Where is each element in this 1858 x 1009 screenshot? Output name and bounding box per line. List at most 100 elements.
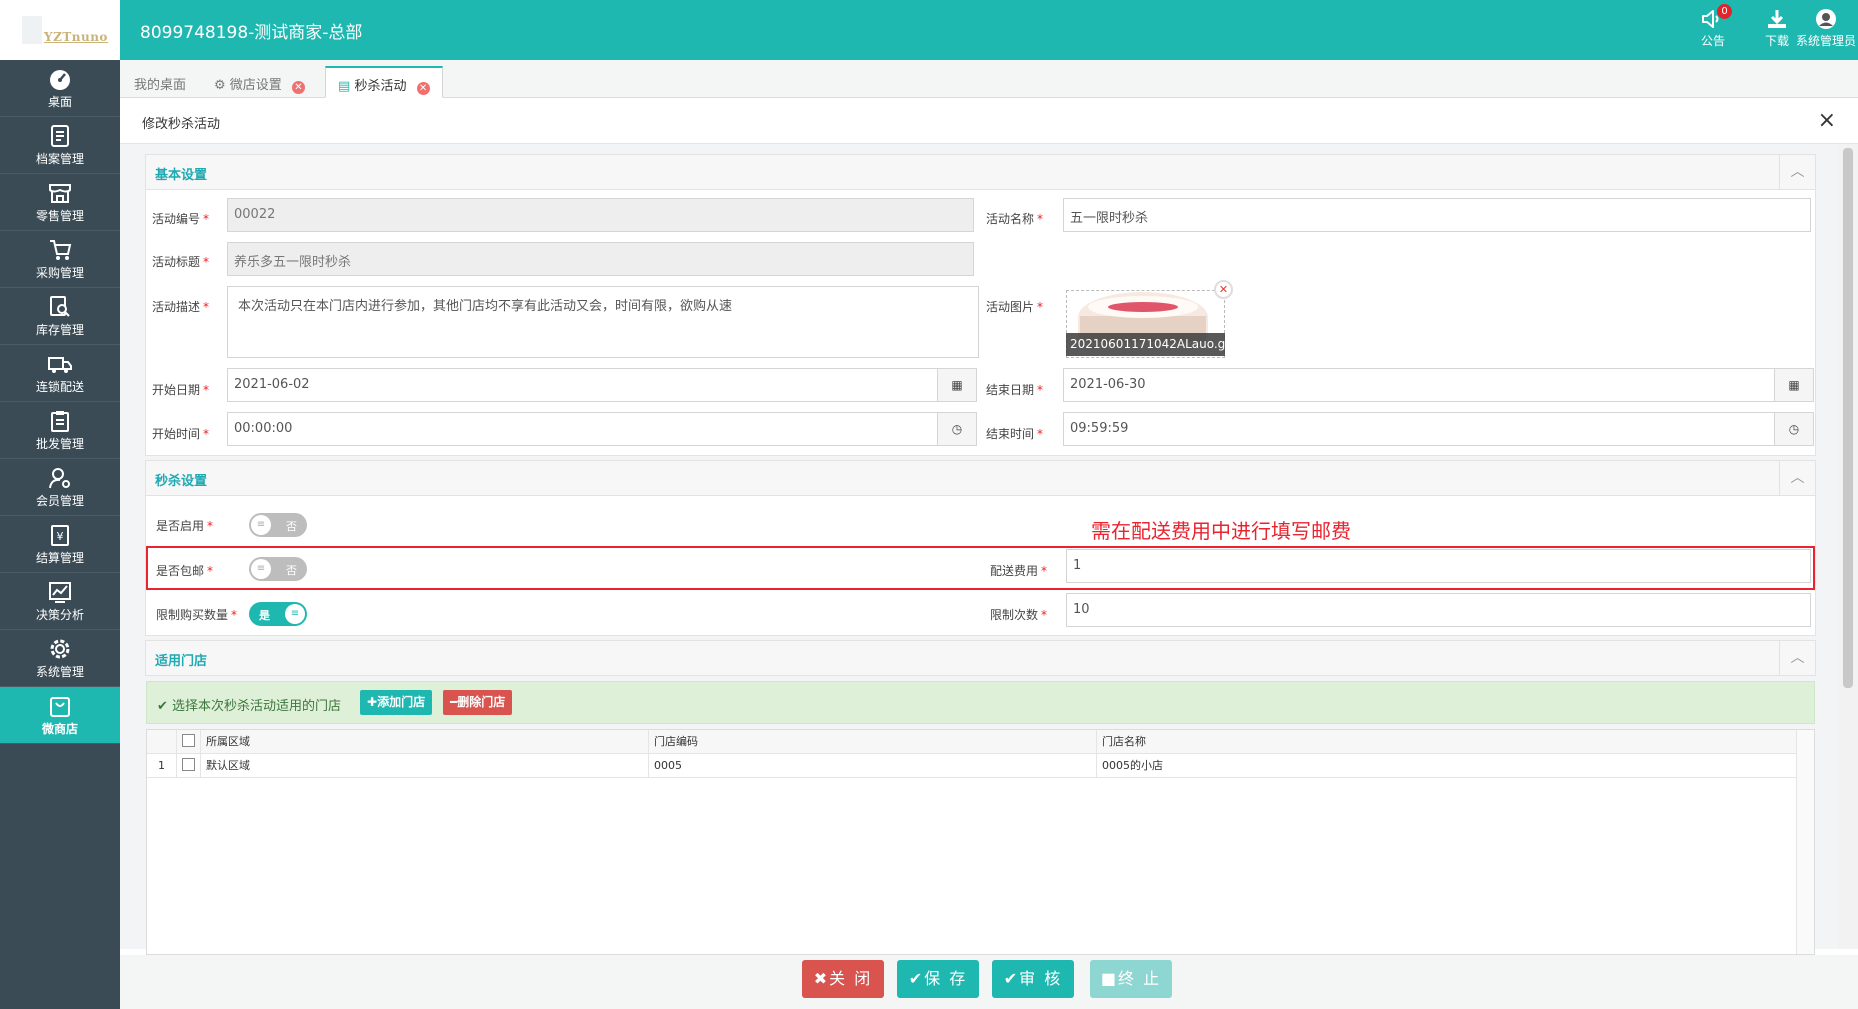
save-button[interactable]: ✔保 存 bbox=[897, 960, 979, 998]
footer-bar bbox=[120, 955, 1858, 1009]
sidebar-item-label: 结算管理 bbox=[35, 551, 84, 565]
tab-desktop[interactable]: 我的桌面 bbox=[122, 66, 198, 98]
tab-close-icon[interactable]: ✕ bbox=[291, 81, 305, 94]
panel-seckill-title: 秒杀设置 bbox=[155, 474, 208, 489]
tab-seckill[interactable]: ▤ 秒杀活动 ✕ bbox=[325, 66, 443, 98]
panel-stores-header[interactable]: 适用门店 ︿ bbox=[145, 640, 1816, 676]
clock-icon[interactable]: ◷ bbox=[937, 412, 977, 446]
panel-basic-header[interactable]: 基本设置 ︿ bbox=[145, 154, 1816, 190]
column-header-name[interactable]: 门店名称 bbox=[1097, 730, 1797, 754]
remove-image-icon[interactable]: ✕ bbox=[1214, 280, 1233, 299]
free-shipping-label: 是否包邮 * bbox=[156, 564, 214, 578]
user-menu[interactable]: 系统管理员 bbox=[1794, 8, 1858, 49]
sidebar-item-purchase[interactable]: 采购管理 bbox=[0, 231, 120, 288]
activity-code-field[interactable]: 00022 bbox=[227, 198, 974, 232]
sidebar-item-label: 零售管理 bbox=[35, 209, 84, 223]
sidebar-item-desktop[interactable]: 桌面 bbox=[0, 60, 120, 117]
end-time-field[interactable]: 09:59:59 bbox=[1063, 412, 1775, 446]
calendar-icon[interactable]: ▦ bbox=[937, 368, 977, 402]
row-number: 1 bbox=[147, 754, 177, 778]
sidebar-item-label: 决策分析 bbox=[35, 608, 84, 622]
add-store-button[interactable]: ✚添加门店 bbox=[360, 690, 433, 715]
clock-icon[interactable]: ◷ bbox=[1774, 412, 1814, 446]
sidebar-item-label: 库存管理 bbox=[35, 323, 84, 337]
logo-text: YZTnuno bbox=[44, 30, 108, 44]
sidebar-item-settlement[interactable]: ¥ 结算管理 bbox=[0, 516, 120, 573]
activity-subject-field[interactable]: 养乐多五一限时秒杀 bbox=[227, 242, 974, 276]
inventory-search-icon bbox=[50, 296, 70, 317]
chevron-up-icon[interactable]: ︿ bbox=[1779, 461, 1815, 495]
table-row[interactable]: 1 默认区域 0005 0005的小店 bbox=[147, 754, 1797, 778]
enabled-toggle[interactable]: ≡ 否 bbox=[249, 513, 307, 537]
annotation-text: 需在配送费用中进行填写邮费 bbox=[1091, 519, 1351, 543]
clipboard-icon bbox=[51, 411, 69, 432]
column-header-region[interactable]: 所属区域 bbox=[201, 730, 649, 754]
sidebar-item-microshop[interactable]: 微商店 bbox=[0, 687, 120, 744]
panel-seckill-header[interactable]: 秒杀设置 ︿ bbox=[145, 460, 1816, 496]
end-date-field[interactable]: 2021-06-30 bbox=[1063, 368, 1775, 402]
limit-qty-label: 限制购买数量 * bbox=[156, 608, 238, 622]
limit-times-field[interactable]: 10 bbox=[1066, 593, 1811, 627]
store-info: ✔ 选择本次秒杀活动适用的门店 bbox=[157, 699, 342, 714]
select-all-checkbox[interactable] bbox=[182, 734, 195, 747]
store-icon bbox=[49, 184, 71, 203]
toggle-state: 是 bbox=[259, 609, 270, 622]
chevron-up-icon[interactable]: ︿ bbox=[1779, 641, 1815, 675]
toggle-state: 否 bbox=[286, 564, 297, 577]
sidebar: 桌面 档案管理 零售管理 采购管理 库存管理 连锁配送 批发管理 会员管理 ¥ … bbox=[0, 60, 120, 1009]
panel-stores-title: 适用门店 bbox=[155, 654, 208, 669]
activity-name-field[interactable]: 五一限时秒杀 bbox=[1063, 198, 1811, 232]
tab-microshop-settings[interactable]: ⚙ 微店设置 ✕ bbox=[202, 66, 317, 98]
row-number-header bbox=[147, 730, 177, 754]
user-label: 系统管理员 bbox=[1795, 34, 1856, 48]
tab-bar: 我的桌面 ⚙ 微店设置 ✕ ▤ 秒杀活动 ✕ bbox=[120, 60, 1858, 98]
scrollbar-thumb[interactable] bbox=[1843, 148, 1853, 688]
stop-button[interactable]: ■终 止 bbox=[1090, 960, 1172, 998]
sidebar-item-retail[interactable]: 零售管理 bbox=[0, 174, 120, 231]
limit-times-label: 限制次数 * bbox=[990, 608, 1048, 622]
row-checkbox[interactable] bbox=[182, 758, 195, 771]
vertical-scrollbar[interactable] bbox=[1838, 144, 1858, 949]
toggle-knob: ≡ bbox=[251, 559, 271, 579]
audit-button[interactable]: ✔审 核 bbox=[992, 960, 1074, 998]
close-icon[interactable]: × bbox=[1818, 108, 1836, 133]
download-button[interactable]: 下载 bbox=[1765, 8, 1789, 49]
sidebar-item-wholesale[interactable]: 批发管理 bbox=[0, 402, 120, 459]
sidebar-item-label: 桌面 bbox=[47, 95, 72, 109]
logo[interactable]: YZTnuno bbox=[0, 0, 120, 60]
download-icon bbox=[1768, 10, 1786, 28]
end-date-label: 结束日期 * bbox=[986, 383, 1044, 397]
activity-desc-textarea[interactable]: 本次活动只在本门店内进行参加，其他门店均不享有此活动又会，时间有限，欲购从速 bbox=[227, 286, 979, 358]
sidebar-item-distribution[interactable]: 连锁配送 bbox=[0, 345, 120, 402]
delete-store-button[interactable]: ━删除门店 bbox=[443, 690, 513, 715]
shipping-fee-field[interactable]: 1 bbox=[1066, 549, 1811, 583]
sidebar-item-label: 会员管理 bbox=[35, 494, 84, 508]
logo-mark bbox=[22, 16, 42, 44]
calendar-icon[interactable]: ▦ bbox=[1774, 368, 1814, 402]
modal-header: 修改秒杀活动 × bbox=[120, 98, 1858, 144]
notice-button[interactable]: 0 公告 bbox=[1700, 4, 1732, 49]
toggle-knob: ≡ bbox=[285, 604, 305, 624]
chart-icon bbox=[49, 582, 71, 603]
limit-qty-toggle[interactable]: 是 ≡ bbox=[249, 602, 307, 626]
dashboard-icon bbox=[50, 70, 70, 90]
app-title: 8099748198-测试商家-总部 bbox=[140, 23, 363, 43]
table-header: 所属区域 门店编码 门店名称 bbox=[147, 730, 1797, 754]
sidebar-item-inventory[interactable]: 库存管理 bbox=[0, 288, 120, 345]
start-time-field[interactable]: 00:00:00 bbox=[227, 412, 938, 446]
sidebar-item-member[interactable]: 会员管理 bbox=[0, 459, 120, 516]
close-x-icon: ✖ bbox=[813, 969, 830, 988]
stop-icon: ■ bbox=[1100, 969, 1119, 988]
cell-code: 0005 bbox=[649, 754, 1097, 778]
chevron-up-icon[interactable]: ︿ bbox=[1779, 155, 1815, 189]
sidebar-item-system[interactable]: 系统管理 bbox=[0, 630, 120, 687]
sidebar-item-archive[interactable]: 档案管理 bbox=[0, 117, 120, 174]
tab-close-icon[interactable]: ✕ bbox=[416, 82, 430, 95]
column-header-code[interactable]: 门店编码 bbox=[649, 730, 1097, 754]
tab-label: 我的桌面 bbox=[134, 78, 187, 93]
free-shipping-toggle[interactable]: ≡ 否 bbox=[249, 557, 307, 581]
close-button[interactable]: ✖关 闭 bbox=[802, 960, 884, 998]
start-date-field[interactable]: 2021-06-02 bbox=[227, 368, 938, 402]
sidebar-item-analysis[interactable]: 决策分析 bbox=[0, 573, 120, 630]
table-scrollbar[interactable] bbox=[1796, 730, 1814, 954]
